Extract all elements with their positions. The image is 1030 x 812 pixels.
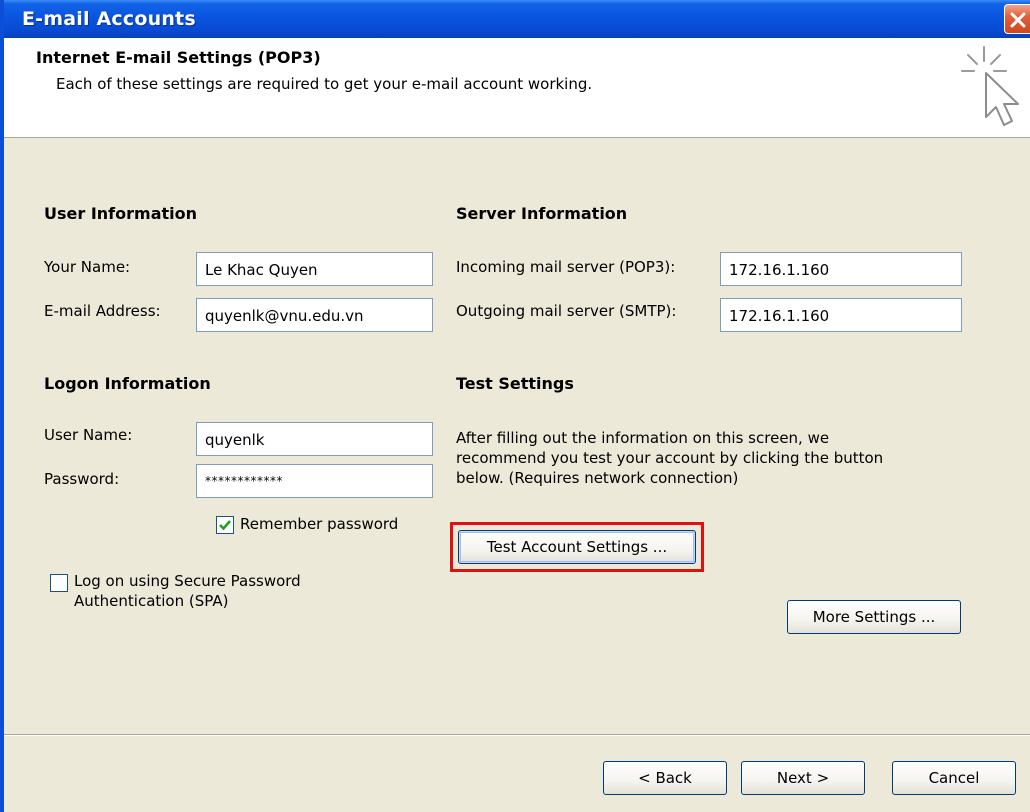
your-name-input[interactable]: Le Khac Quyen [196,252,433,286]
server-information-heading: Server Information [456,204,628,223]
your-name-label: Your Name: [44,258,131,276]
spa-label-line1[interactable]: Log on using Secure Password [74,572,301,590]
outgoing-server-label: Outgoing mail server (SMTP): [456,302,677,320]
user-name-input[interactable]: quyenlk [196,422,433,456]
checkmark-icon [219,520,231,531]
wizard-header: Internet E-mail Settings (POP3) Each of … [4,38,1030,138]
email-accounts-dialog: E-mail Accounts Internet E-mail Settings… [0,0,1030,812]
back-button[interactable]: < Back [603,761,727,795]
email-address-input[interactable]: quyenlk@vnu.edu.vn [196,298,433,332]
incoming-server-input[interactable]: 172.16.1.160 [720,252,962,286]
next-button[interactable]: Next > [741,761,865,795]
password-label: Password: [44,470,120,488]
close-icon [1010,12,1026,28]
page-subtitle: Each of these settings are required to g… [56,75,593,93]
spa-label-line2[interactable]: Authentication (SPA) [74,592,228,610]
page-title: Internet E-mail Settings (POP3) [36,48,321,67]
logon-information-heading: Logon Information [44,374,211,393]
cancel-button[interactable]: Cancel [892,761,1016,795]
window-title: E-mail Accounts [22,8,196,30]
footer-divider [4,734,1030,736]
user-name-label: User Name: [44,426,133,444]
user-information-heading: User Information [44,204,197,223]
incoming-server-label: Incoming mail server (POP3): [456,258,676,276]
test-settings-heading: Test Settings [456,374,574,393]
remember-password-label[interactable]: Remember password [240,515,398,533]
remember-password-checkbox[interactable] [216,516,234,534]
email-address-label: E-mail Address: [44,302,161,320]
outgoing-server-input[interactable]: 172.16.1.160 [720,298,962,332]
title-bar[interactable]: E-mail Accounts [4,0,1030,38]
password-input[interactable]: ************ [196,464,433,498]
test-settings-description: After filling out the information on thi… [456,429,884,487]
close-button[interactable] [1004,4,1030,34]
wizard-cursor-icon [961,46,1019,126]
test-account-settings-button[interactable]: Test Account Settings ... [458,530,696,564]
spa-checkbox[interactable] [50,574,68,592]
more-settings-button[interactable]: More Settings ... [787,600,961,634]
